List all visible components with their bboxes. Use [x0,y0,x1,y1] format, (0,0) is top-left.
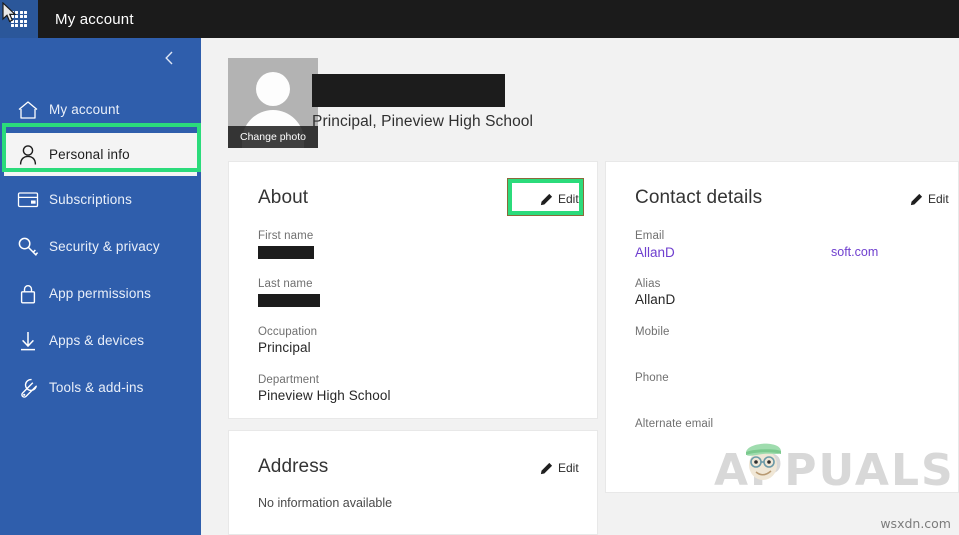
address-card: Address Edit No information available [228,430,598,535]
field-value-redacted [258,246,314,259]
about-card-title: About [258,187,309,208]
sidebar-item-tools-add-ins[interactable]: Tools & add-ins [0,364,201,411]
sidebar-item-label: Tools & add-ins [49,380,144,395]
sidebar: My account Personal info Subscriptions S… [0,38,201,535]
about-edit-label: Edit [558,192,579,206]
field-phone: Phone [635,372,669,386]
main-content: Change photo Principal, Pineview High Sc… [201,38,959,535]
email-local-part: AllanD [635,245,675,260]
profile-header: Change photo Principal, Pineview High Sc… [201,38,959,155]
profile-role: Principal, Pineview High School [312,113,534,130]
home-icon [11,97,45,123]
sidebar-nav-list: My account Personal info Subscriptions S… [0,86,201,411]
field-last-name: Last name [258,278,320,307]
app-launcher-button[interactable] [0,0,38,38]
pencil-icon [540,193,553,205]
address-edit-label: Edit [558,461,579,475]
field-value: AllanD [635,292,676,307]
field-value: Principal [258,340,311,355]
sidebar-item-personal-info[interactable]: Personal info [4,133,197,176]
sidebar-item-label: App permissions [49,286,152,301]
field-alternate-email: Alternate email [635,418,713,432]
avatar[interactable]: Change photo [228,58,318,148]
sidebar-item-my-account[interactable]: My account [0,86,201,133]
address-card-title: Address [258,456,329,477]
app-title: My account [55,10,134,28]
field-label: Alternate email [635,418,714,430]
default-avatar-icon [256,72,290,106]
field-value-redacted [258,294,320,307]
pencil-icon [540,462,553,474]
sidebar-item-app-permissions[interactable]: App permissions [0,270,201,317]
change-photo-button[interactable]: Change photo [228,126,318,148]
field-label: Mobile [635,326,670,338]
sidebar-item-label: Apps & devices [49,333,145,348]
sidebar-item-subscriptions[interactable]: Subscriptions [0,176,201,223]
chevron-left-icon [165,51,173,65]
field-value: Pineview High School [258,388,391,403]
wrench-icon [11,375,45,401]
field-label: Phone [635,372,669,384]
field-label: Last name [258,278,313,290]
field-first-name: First name [258,230,314,259]
sidebar-item-apps-devices[interactable]: Apps & devices [0,317,201,364]
sidebar-item-security-privacy[interactable]: Security & privacy [0,223,201,270]
contact-card-title: Contact details [635,187,763,208]
field-label: First name [258,230,314,242]
field-label: Department [258,374,320,386]
sidebar-item-label: Security & privacy [49,239,160,254]
field-occupation: Occupation Principal [258,326,317,355]
app-launcher-waffle-icon [11,11,27,27]
field-label: Alias [635,278,661,290]
field-label: Email [635,230,665,242]
address-edit-button[interactable]: Edit [540,461,579,475]
display-name-redacted [312,74,505,107]
title-bar: My account [0,0,959,38]
key-icon [11,234,45,260]
contact-card: Contact details Edit Email AllanD soft.c… [605,161,959,493]
app-root: My account My account Personal info Subs… [0,0,959,535]
sidebar-item-label: Personal info [49,147,130,162]
source-watermark: wsxdn.com [880,516,951,531]
email-domain-part: soft.com [831,245,879,259]
field-department: Department Pineview High School [258,374,391,403]
about-edit-button[interactable]: Edit [540,192,579,206]
field-mobile: Mobile [635,326,669,340]
lock-icon [11,281,45,307]
contact-edit-label: Edit [928,192,949,206]
field-label: Occupation [258,326,318,338]
person-icon [11,142,45,168]
address-empty-text: No information available [258,496,393,510]
sidebar-collapse-row [0,38,201,78]
about-card: About Edit First name Last name Occupati… [228,161,598,419]
pencil-icon [910,193,923,205]
contact-edit-button[interactable]: Edit [910,192,949,206]
sidebar-item-label: Subscriptions [49,192,132,207]
field-email: Email AllanD soft.com [635,230,878,261]
field-alias: Alias AllanD [635,278,675,307]
download-arrow-icon [11,328,45,354]
sidebar-item-label: My account [49,102,120,117]
field-value-email[interactable]: AllanD soft.com [635,245,878,261]
sidebar-collapse-button[interactable] [157,46,181,70]
card-icon [11,187,45,213]
